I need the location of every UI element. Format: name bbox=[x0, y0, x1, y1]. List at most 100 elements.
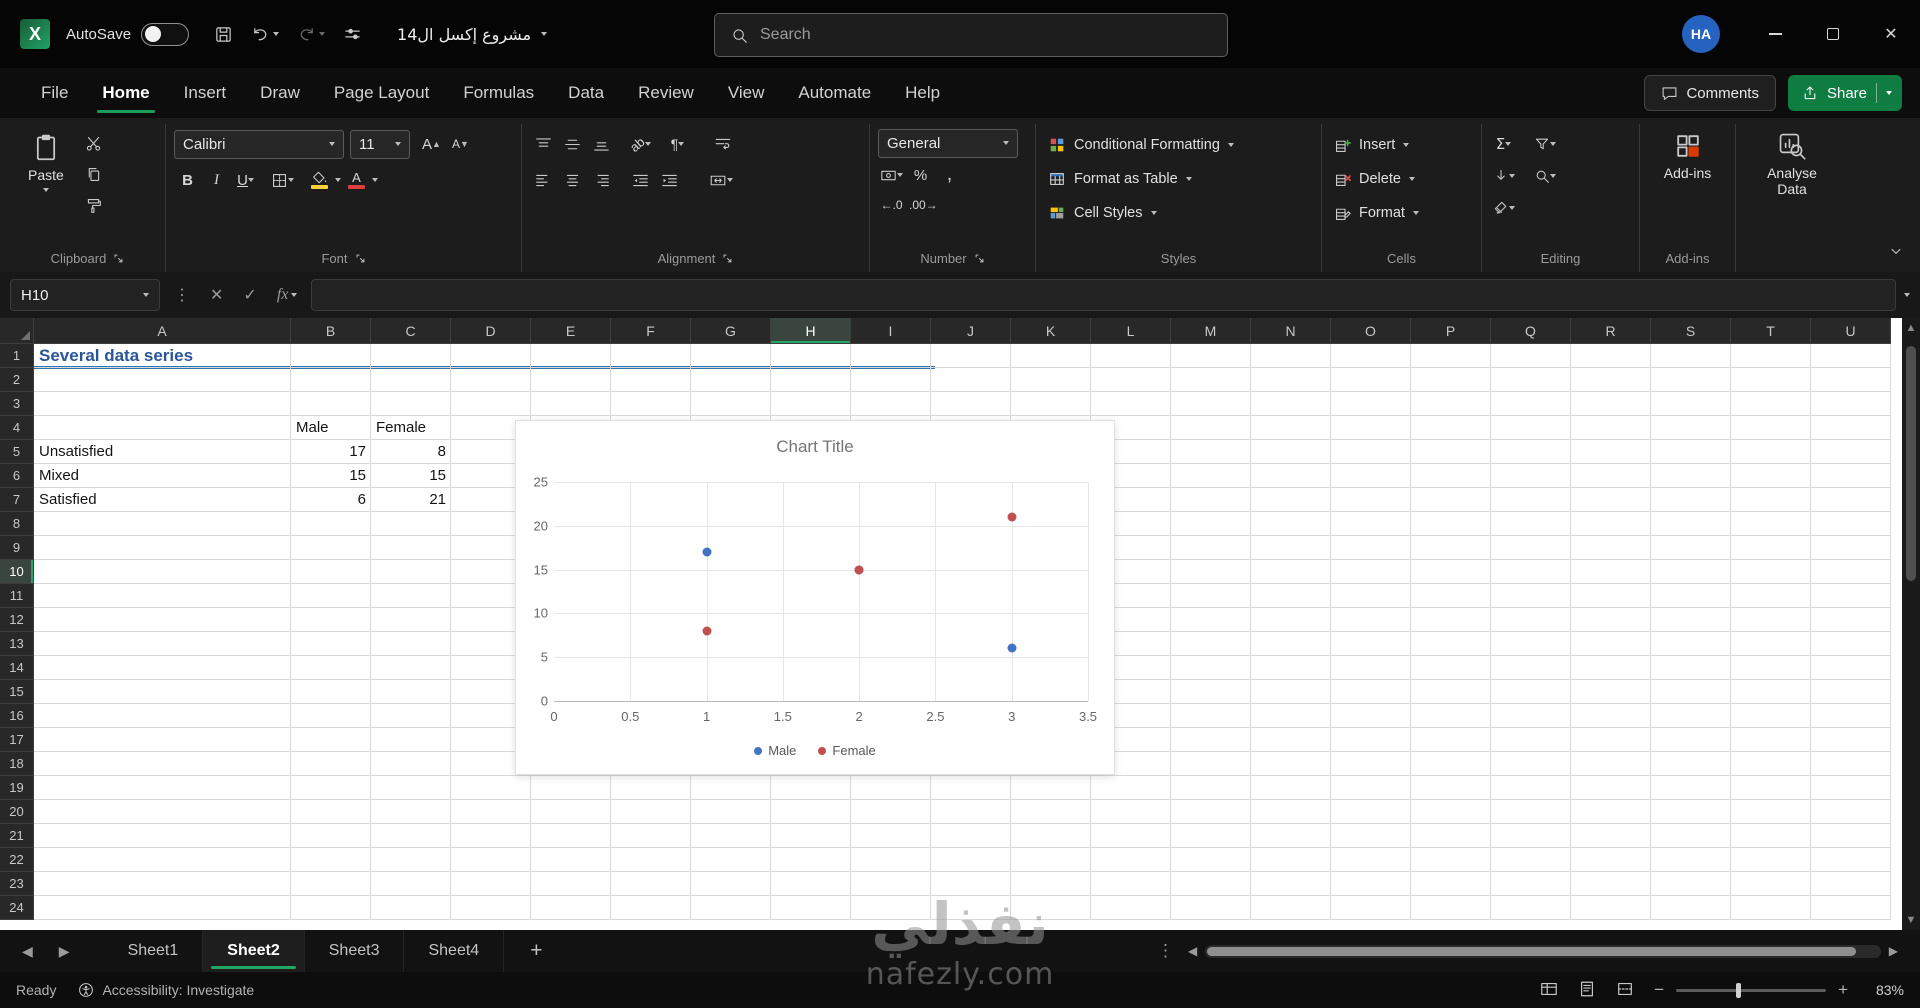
cell-M17[interactable] bbox=[1171, 728, 1251, 752]
vertical-scrollbar[interactable]: ▲ ▼ bbox=[1902, 318, 1920, 930]
number-dialog-launcher-icon[interactable] bbox=[974, 253, 985, 264]
sheet-tab-sheet2[interactable]: Sheet2 bbox=[203, 930, 305, 972]
cell-B21[interactable] bbox=[291, 824, 371, 848]
text-direction-button[interactable]: ¶ bbox=[664, 131, 691, 158]
expand-formula-bar-chevron[interactable] bbox=[1904, 293, 1910, 297]
cell-K1[interactable] bbox=[1011, 344, 1091, 368]
cell-D21[interactable] bbox=[451, 824, 531, 848]
cell-B12[interactable] bbox=[291, 608, 371, 632]
cell-B17[interactable] bbox=[291, 728, 371, 752]
cell-U21[interactable] bbox=[1811, 824, 1891, 848]
cell-N12[interactable] bbox=[1251, 608, 1331, 632]
cell-R18[interactable] bbox=[1571, 752, 1651, 776]
cell-T11[interactable] bbox=[1731, 584, 1811, 608]
cell-A8[interactable] bbox=[34, 512, 291, 536]
cell-C17[interactable] bbox=[371, 728, 451, 752]
cell-O24[interactable] bbox=[1331, 896, 1411, 920]
cell-N15[interactable] bbox=[1251, 680, 1331, 704]
document-title[interactable]: مشروع إكسل ال14 bbox=[397, 25, 548, 44]
chart-point-female-2-15[interactable] bbox=[854, 565, 864, 575]
sheet-tab-sheet4[interactable]: Sheet4 bbox=[404, 930, 505, 972]
cell-M7[interactable] bbox=[1171, 488, 1251, 512]
cell-L22[interactable] bbox=[1091, 848, 1171, 872]
cell-Q10[interactable] bbox=[1491, 560, 1571, 584]
cell-O3[interactable] bbox=[1331, 392, 1411, 416]
restore-button[interactable] bbox=[1804, 0, 1862, 68]
cell-S10[interactable] bbox=[1651, 560, 1731, 584]
column-header-C[interactable]: C bbox=[371, 318, 451, 344]
cell-R3[interactable] bbox=[1571, 392, 1651, 416]
cell-C6[interactable] bbox=[371, 464, 451, 488]
zoom-in-button[interactable]: + bbox=[1838, 980, 1848, 1000]
cell-P14[interactable] bbox=[1411, 656, 1491, 680]
cell-A11[interactable] bbox=[34, 584, 291, 608]
cell-O7[interactable] bbox=[1331, 488, 1411, 512]
cell-U19[interactable] bbox=[1811, 776, 1891, 800]
cell-U15[interactable] bbox=[1811, 680, 1891, 704]
cell-B19[interactable] bbox=[291, 776, 371, 800]
cell-P10[interactable] bbox=[1411, 560, 1491, 584]
increase-font-size-button[interactable]: A ▲ bbox=[418, 131, 445, 158]
cell-M22[interactable] bbox=[1171, 848, 1251, 872]
cell-T3[interactable] bbox=[1731, 392, 1811, 416]
cell-E22[interactable] bbox=[531, 848, 611, 872]
cell-S13[interactable] bbox=[1651, 632, 1731, 656]
cell-A22[interactable] bbox=[34, 848, 291, 872]
cell-A13[interactable] bbox=[34, 632, 291, 656]
column-header-S[interactable]: S bbox=[1651, 318, 1731, 344]
cell-C2[interactable] bbox=[371, 368, 451, 392]
cell-O18[interactable] bbox=[1331, 752, 1411, 776]
cell-Q12[interactable] bbox=[1491, 608, 1571, 632]
cell-N9[interactable] bbox=[1251, 536, 1331, 560]
cell-P15[interactable] bbox=[1411, 680, 1491, 704]
scroll-left-arrow[interactable]: ◀ bbox=[1188, 944, 1197, 958]
chart-point-male-3-6[interactable] bbox=[1007, 643, 1017, 653]
cell-P19[interactable] bbox=[1411, 776, 1491, 800]
excel-app-icon[interactable]: X bbox=[20, 19, 50, 49]
font-dialog-launcher-icon[interactable] bbox=[355, 253, 366, 264]
cell-H23[interactable] bbox=[771, 872, 851, 896]
cell-I19[interactable] bbox=[851, 776, 931, 800]
cell-T2[interactable] bbox=[1731, 368, 1811, 392]
cell-T18[interactable] bbox=[1731, 752, 1811, 776]
zoom-out-button[interactable]: − bbox=[1654, 980, 1664, 1000]
cell-N11[interactable] bbox=[1251, 584, 1331, 608]
cell-Q1[interactable] bbox=[1491, 344, 1571, 368]
cell-C23[interactable] bbox=[371, 872, 451, 896]
cell-styles-button[interactable]: Cell Styles bbox=[1044, 196, 1313, 230]
decrease-font-size-button[interactable]: A ▼ bbox=[447, 131, 474, 158]
sheet-bar-more-button[interactable]: ⋮ bbox=[1157, 941, 1174, 961]
cell-C13[interactable] bbox=[371, 632, 451, 656]
row-header-6[interactable]: 6 bbox=[0, 464, 34, 488]
row-header-3[interactable]: 3 bbox=[0, 392, 34, 416]
cell-G19[interactable] bbox=[691, 776, 771, 800]
cell-N4[interactable] bbox=[1251, 416, 1331, 440]
column-header-T[interactable]: T bbox=[1731, 318, 1811, 344]
cell-R16[interactable] bbox=[1571, 704, 1651, 728]
cell-L2[interactable] bbox=[1091, 368, 1171, 392]
name-box[interactable]: H10 bbox=[10, 279, 160, 311]
cell-G3[interactable] bbox=[691, 392, 771, 416]
cell-Q3[interactable] bbox=[1491, 392, 1571, 416]
collapse-ribbon-button[interactable] bbox=[1888, 243, 1904, 264]
cell-B7[interactable] bbox=[291, 488, 371, 512]
column-header-K[interactable]: K bbox=[1011, 318, 1091, 344]
cell-R9[interactable] bbox=[1571, 536, 1651, 560]
conditional-formatting-button[interactable]: Conditional Formatting bbox=[1044, 128, 1313, 162]
column-header-F[interactable]: F bbox=[611, 318, 691, 344]
cell-C14[interactable] bbox=[371, 656, 451, 680]
cell-D23[interactable] bbox=[451, 872, 531, 896]
cell-Q11[interactable] bbox=[1491, 584, 1571, 608]
cell-S8[interactable] bbox=[1651, 512, 1731, 536]
column-header-G[interactable]: G bbox=[691, 318, 771, 344]
row-header-23[interactable]: 23 bbox=[0, 872, 34, 896]
cell-D22[interactable] bbox=[451, 848, 531, 872]
cell-P23[interactable] bbox=[1411, 872, 1491, 896]
cell-J2[interactable] bbox=[931, 368, 1011, 392]
cell-P12[interactable] bbox=[1411, 608, 1491, 632]
cell-R15[interactable] bbox=[1571, 680, 1651, 704]
cell-L24[interactable] bbox=[1091, 896, 1171, 920]
cell-C20[interactable] bbox=[371, 800, 451, 824]
cell-H19[interactable] bbox=[771, 776, 851, 800]
cell-M19[interactable] bbox=[1171, 776, 1251, 800]
